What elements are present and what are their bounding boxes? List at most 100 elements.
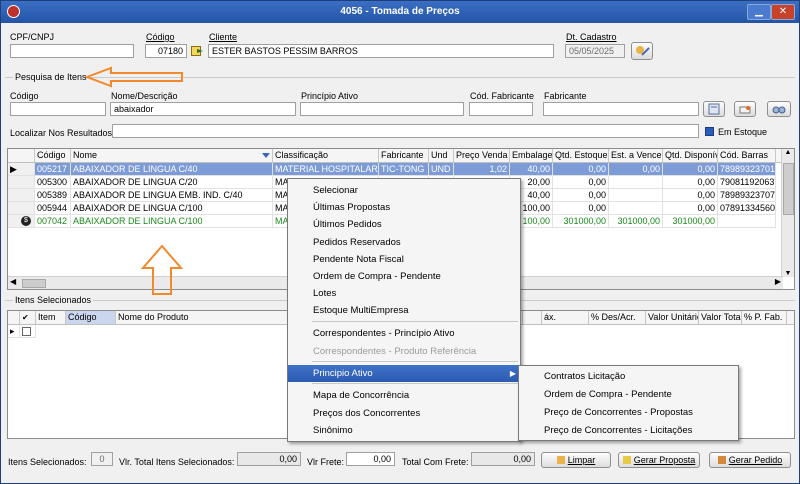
col-header-nome[interactable]: Nome [71, 149, 273, 162]
em-estoque-checkbox[interactable] [705, 127, 714, 136]
menu-item-ordem-compra-pendente[interactable]: Ordem de Compra - Pendente [288, 268, 520, 285]
calculator-icon [708, 103, 720, 115]
clear-search-button[interactable] [734, 101, 756, 117]
search-codfab-input[interactable] [469, 102, 533, 116]
row-checkbox[interactable] [20, 325, 36, 338]
sort-desc-icon[interactable] [262, 153, 270, 159]
proposal-icon [622, 456, 631, 464]
codigo-label: Código [146, 32, 175, 42]
cell-est-vencer [609, 189, 663, 202]
menu-item-correspondentes-referencia: Correspondentes - Produto Referência [313, 346, 477, 357]
menu-item-sinonimo[interactable]: Sinônimo [288, 422, 520, 439]
col-header-fabricante[interactable]: Fabricante [379, 149, 429, 162]
col-header-und[interactable]: Und [429, 149, 454, 162]
search-codigo-label: Código [10, 91, 39, 101]
submenu-item-ordem-compra-pendente[interactable]: Ordem de Compra - Pendente [519, 386, 738, 403]
annotation-left-arrow-icon [85, 66, 183, 88]
search-nome-label: Nome/Descrição [111, 91, 178, 101]
scroll-left-icon[interactable]: ◀ [10, 277, 16, 286]
cell-cod-barras: 7898932370741 [718, 189, 776, 202]
sel-col-header-p-fab[interactable]: % P. Fab. [742, 311, 787, 324]
menu-item-ultimos-pedidos[interactable]: Últimos Pedidos [288, 216, 520, 233]
cell-est-vencer: 0,00 [609, 163, 663, 176]
menu-item-correspondentes-principio[interactable]: Correspondentes - Princípio Ativo [288, 325, 520, 342]
search-fabricante-label: Fabricante [544, 91, 587, 101]
cell-embalagem: 40,00 [510, 163, 553, 176]
search-button[interactable] [767, 101, 791, 117]
footer-total-value: 0,00 [471, 452, 535, 466]
col-header-codigo[interactable]: Código [35, 149, 71, 162]
codigo-input[interactable]: 07180 [145, 44, 187, 58]
submenu-item-preco-concorrentes-licitacoes[interactable]: Preço de Concorrentes - Licitações [519, 422, 738, 439]
client-lookup-icon[interactable] [191, 45, 204, 57]
cell-codigo: 005944 [35, 202, 71, 215]
sel-col-header-indicator[interactable] [8, 311, 20, 324]
menu-item-pendente-nota-fiscal[interactable]: Pendente Nota Fiscal [288, 251, 520, 268]
cell-nome: ABAIXADOR DE LINGUA C/20 [71, 176, 273, 189]
cell-classificacao: MATERIAL HOSPITALAR [273, 163, 379, 176]
localizar-input[interactable] [112, 124, 699, 138]
results-vscrollbar[interactable]: ▲ ▼ [781, 149, 794, 277]
sel-col-header-item[interactable]: Item [36, 311, 66, 324]
cell-nome: ABAIXADOR DE LINGUA C/100 [71, 215, 273, 228]
calculator-button[interactable] [703, 101, 725, 117]
search-codigo-input[interactable] [10, 102, 106, 116]
menu-item-pedidos-reservados[interactable]: Pedidos Reservados [288, 234, 520, 251]
cpf-input[interactable] [10, 44, 134, 58]
scroll-right-icon[interactable]: ▶ [775, 277, 781, 286]
localizar-label: Localizar Nos Resultados [10, 128, 113, 138]
sel-col-header-max[interactable]: áx. [542, 311, 589, 324]
search-nome-input[interactable]: abaixador [110, 102, 296, 116]
cell-preco-venda: 1,02 [454, 163, 510, 176]
footer-frete-input[interactable]: 0,00 [346, 452, 395, 466]
col-header-preco-venda[interactable]: Preço Venda [454, 149, 510, 162]
cell-codigo: 005217 [35, 163, 71, 176]
menu-item-mapa-concorrencia[interactable]: Mapa de Concorrência [288, 387, 520, 404]
menu-item-ultimas-propostas[interactable]: Últimas Propostas [288, 199, 520, 216]
results-vscroll-thumb[interactable] [783, 163, 794, 215]
cliente-input[interactable]: ESTER BASTOS PESSIM BARROS [208, 44, 554, 58]
menu-item-selecionar[interactable]: Selecionar [288, 182, 520, 199]
results-hscroll-thumb[interactable] [22, 279, 46, 288]
gerar-pedido-button[interactable]: Gerar Pedido [709, 452, 791, 468]
sel-col-header-valor-unitario[interactable]: Valor Unitário [646, 311, 699, 324]
cell-qtd-disponivel: 301000,00 [663, 215, 718, 228]
col-header-qtd-estoque[interactable]: Qtd. Estoque [553, 149, 609, 162]
table-row[interactable]: ▶ 005217 ABAIXADOR DE LINGUA C/40 MATERIAL … [8, 163, 783, 176]
sel-col-header-codigo[interactable]: Código [66, 311, 116, 324]
menu-item-principio-ativo[interactable]: Principio Ativo [288, 365, 520, 382]
col-header-est-vencer[interactable]: Est. a Vencer [609, 149, 663, 162]
col-header-classificacao[interactable]: Classificação [273, 149, 379, 162]
menu-item-lotes[interactable]: Lotes [288, 285, 520, 302]
sel-col-header-check[interactable]: ✔ [20, 311, 36, 324]
sel-col-header-des-acr[interactable]: % Des/Acr. [589, 311, 646, 324]
broom-icon [556, 456, 565, 464]
cell-indicator [8, 189, 35, 202]
minimize-button[interactable]: ▁ [747, 4, 771, 20]
scroll-down-icon[interactable]: ▼ [782, 270, 794, 277]
edit-client-button[interactable] [631, 42, 653, 60]
annotation-up-arrow-icon [141, 244, 183, 295]
cell-indicator [8, 176, 35, 189]
dtcad-input: 05/05/2025 [565, 44, 625, 58]
sel-col-header-valor-total[interactable]: Valor Total [699, 311, 742, 324]
search-principio-input[interactable] [300, 102, 464, 116]
col-header-qtd-disponivel[interactable]: Qtd. Disponível [663, 149, 718, 162]
scroll-up-icon[interactable]: ▲ [782, 149, 794, 156]
menu-item-precos-concorrentes[interactable]: Preços dos Concorrentes [288, 405, 520, 422]
context-menu: Selecionar Últimas Propostas Últimos Pedid… [287, 178, 521, 442]
menu-item-estoque-multiempresa[interactable]: Estoque MultiEmpresa [288, 302, 520, 319]
limpar-button[interactable]: Limpar [541, 452, 611, 468]
submenu-item-contratos-licitacao[interactable]: Contratos Licitação [519, 368, 738, 385]
cell-qtd-estoque: 0,00 [553, 189, 609, 202]
gerar-proposta-button[interactable]: Gerar Proposta [618, 452, 700, 468]
search-fabricante-input[interactable] [543, 102, 699, 116]
close-button[interactable]: ✕ [771, 4, 795, 20]
submenu-item-preco-concorrentes-propostas[interactable]: Preço de Concorrentes - Propostas [519, 404, 738, 421]
cell-qtd-disponivel: 0,00 [663, 202, 718, 215]
col-header-indicator[interactable] [8, 149, 35, 162]
col-header-embalagem[interactable]: Embalagem [510, 149, 553, 162]
cell-codigo: 005389 [35, 189, 71, 202]
sel-col-header-hidden[interactable] [523, 311, 542, 324]
col-header-cod-barras[interactable]: Cód. Barras [718, 149, 776, 162]
